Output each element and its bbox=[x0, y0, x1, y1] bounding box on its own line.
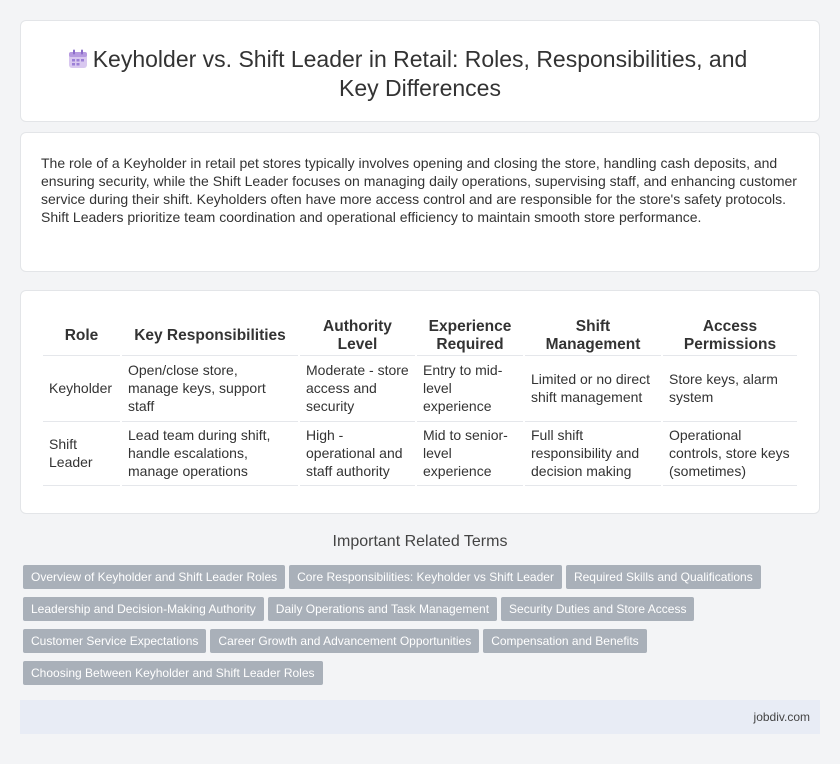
table-cell: Keyholder bbox=[43, 355, 121, 422]
comparison-table: Role Key Responsibilities Authority Leve… bbox=[43, 317, 797, 486]
table-header-row: Role Key Responsibilities Authority Leve… bbox=[43, 317, 797, 356]
related-term-tag[interactable]: Core Responsibilities: Keyholder vs Shif… bbox=[289, 565, 562, 589]
related-terms-title: Important Related Terms bbox=[332, 533, 508, 550]
page-title-line2: Key Differences bbox=[339, 75, 501, 101]
related-term-tag[interactable]: Overview of Keyholder and Shift Leader R… bbox=[23, 565, 286, 589]
related-term-tag[interactable]: Security Duties and Store Access bbox=[501, 597, 695, 621]
table-row: Shift Leader Lead team during shift, han… bbox=[43, 421, 797, 486]
header-authority-level: Authority Level bbox=[298, 317, 416, 356]
header-key-responsibilities: Key Responsibilities bbox=[120, 317, 299, 356]
table-cell: Moderate - store access and security bbox=[298, 355, 416, 422]
table-cell: Open/close store, manage keys, support s… bbox=[120, 355, 299, 422]
table-cell: Entry to mid-level experience bbox=[415, 355, 524, 422]
table-cell: Limited or no direct shift management bbox=[523, 355, 662, 422]
related-term-tag[interactable]: Required Skills and Qualifications bbox=[565, 565, 761, 589]
table-cell: Mid to senior-level experience bbox=[415, 421, 524, 486]
footer: jobdiv.com bbox=[20, 700, 820, 734]
related-terms-list: Overview of Keyholder and Shift Leader R… bbox=[23, 565, 813, 693]
header-access-permissions: Access Permissions bbox=[661, 317, 797, 356]
header-role: Role bbox=[43, 317, 121, 356]
table-row: Keyholder Open/close store, manage keys,… bbox=[43, 355, 797, 422]
table-cell: High - operational and staff authority bbox=[298, 421, 416, 486]
header-experience-required: Experience Required bbox=[415, 317, 524, 356]
footer-site-link[interactable]: jobdiv.com bbox=[754, 710, 810, 724]
table-cell: Lead team during shift, handle escalatio… bbox=[120, 421, 299, 486]
table-cell: Store keys, alarm system bbox=[661, 355, 797, 422]
intro-paragraph: The role of a Keyholder in retail pet st… bbox=[41, 155, 797, 225]
table-cell: Shift Leader bbox=[43, 421, 121, 486]
header-shift-management: Shift Management bbox=[523, 317, 662, 356]
related-term-tag[interactable]: Compensation and Benefits bbox=[483, 629, 647, 653]
related-term-tag[interactable]: Leadership and Decision-Making Authority bbox=[23, 597, 264, 621]
related-term-tag[interactable]: Daily Operations and Task Management bbox=[267, 597, 498, 621]
intro-card: The role of a Keyholder in retail pet st… bbox=[20, 132, 820, 272]
comparison-table-card: Role Key Responsibilities Authority Leve… bbox=[20, 290, 820, 514]
table-cell: Operational controls, store keys (someti… bbox=[661, 421, 797, 486]
related-term-tag[interactable]: Choosing Between Keyholder and Shift Lea… bbox=[23, 661, 323, 685]
page-title: Keyholder vs. Shift Leader in Retail: Ro… bbox=[21, 45, 819, 103]
related-term-tag[interactable]: Customer Service Expectations bbox=[23, 629, 207, 653]
related-term-tag[interactable]: Career Growth and Advancement Opportunit… bbox=[210, 629, 480, 653]
table-cell: Full shift responsibility and decision m… bbox=[523, 421, 662, 486]
title-card: Keyholder vs. Shift Leader in Retail: Ro… bbox=[20, 20, 820, 122]
page-title-line1: Keyholder vs. Shift Leader in Retail: Ro… bbox=[92, 46, 748, 72]
